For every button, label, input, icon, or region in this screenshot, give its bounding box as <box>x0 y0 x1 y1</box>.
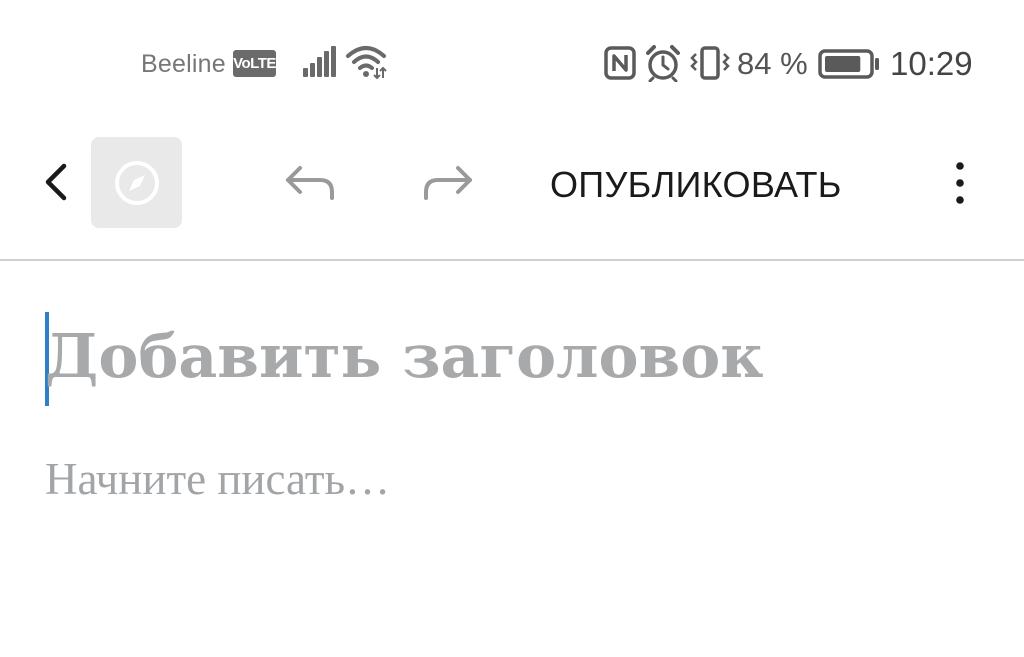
undo-icon <box>286 166 334 200</box>
carrier-name: Beeline <box>141 50 226 78</box>
clock: 10:29 <box>890 45 973 82</box>
undo-button[interactable] <box>282 160 340 206</box>
nfc-icon <box>604 46 636 85</box>
more-options-button[interactable] <box>945 158 975 208</box>
back-button[interactable] <box>38 162 78 202</box>
body-input[interactable]: Начните писать… <box>45 453 390 505</box>
back-icon <box>45 163 67 201</box>
redo-button[interactable] <box>418 160 476 206</box>
editor-screen: Beeline VoLTE 84 % 10:29 ОПУБЛИКОВАТЬ До… <box>0 0 1024 657</box>
status-bar: Beeline VoLTE 84 % 10:29 <box>0 0 1024 128</box>
compass-icon <box>115 161 159 205</box>
post-editor[interactable]: Добавить заголовок Начните писать… <box>0 263 1024 657</box>
publish-button[interactable]: ОПУБЛИКОВАТЬ <box>550 164 842 206</box>
battery-percent: 84 % <box>737 46 808 81</box>
title-input[interactable]: Добавить заголовок <box>45 322 764 392</box>
editor-toolbar: ОПУБЛИКОВАТЬ <box>0 128 1024 261</box>
redo-icon <box>424 166 472 200</box>
more-vertical-icon <box>956 162 964 204</box>
alarm-icon <box>645 44 681 87</box>
volte-badge: VoLTE <box>233 50 276 77</box>
site-icon-button[interactable] <box>91 137 182 228</box>
signal-icon <box>302 46 338 83</box>
battery-icon <box>818 49 880 84</box>
vibrate-icon <box>689 46 731 85</box>
wifi-icon <box>346 44 388 85</box>
